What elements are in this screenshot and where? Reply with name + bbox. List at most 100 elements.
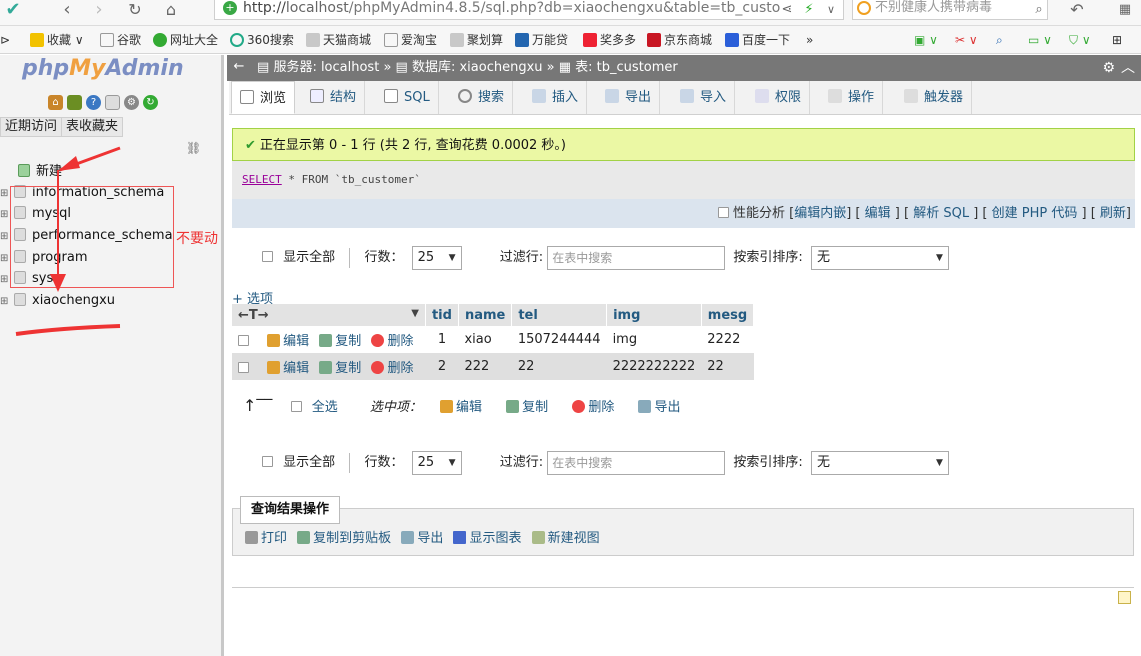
row-delete[interactable]: 删除 [371, 361, 413, 376]
cell[interactable]: img [606, 326, 702, 353]
tab-operations[interactable]: 操作 [820, 81, 884, 114]
bulk-copy[interactable]: 复制 [506, 400, 548, 415]
settings-icon[interactable]: ⚙ [1102, 55, 1115, 81]
row-edit[interactable]: 编辑 [267, 334, 309, 349]
cell[interactable]: 22 [701, 353, 754, 380]
row-checkbox[interactable] [238, 362, 249, 373]
reload-nav-icon[interactable]: ↻ [143, 95, 158, 110]
cell[interactable]: 222 [458, 353, 512, 380]
bookmark-toggle-icon[interactable]: ⊳ [0, 31, 10, 49]
bulk-export[interactable]: 导出 [638, 400, 680, 415]
tab-import[interactable]: 导入 [672, 81, 736, 114]
show-all-checkbox[interactable] [262, 456, 273, 467]
rows-select[interactable]: 25 [411, 245, 462, 270]
breadcrumb-table[interactable]: 表: tb_customer [575, 60, 678, 75]
phpmyadmin-logo[interactable]: phpMyAdmin [22, 56, 212, 86]
tab-export[interactable]: 导出 [597, 81, 661, 114]
tab-triggers[interactable]: 触发器 [896, 81, 973, 114]
extension-shield-icon[interactable]: ⛉ ∨ [1069, 31, 1091, 49]
home-icon[interactable]: ⌂ [48, 95, 63, 110]
row-edit[interactable]: 编辑 [267, 361, 309, 376]
bookmark-wannengdai[interactable]: 万能贷 [515, 31, 568, 49]
print-link[interactable]: 打印 [245, 531, 287, 546]
sql-keyword[interactable]: SELECT [242, 173, 282, 186]
bulk-delete[interactable]: 删除 [572, 400, 614, 415]
cell[interactable]: 2222 [701, 326, 754, 353]
edit-link[interactable]: 编辑 [865, 206, 891, 221]
create-view-link[interactable]: 新建视图 [531, 531, 600, 546]
cell[interactable]: 2222222222 [606, 353, 702, 380]
bookmark-aitaobao[interactable]: 爱淘宝 [384, 31, 437, 49]
back-icon[interactable]: ‹ [56, 0, 78, 22]
dropdown-icon[interactable]: ∨ [820, 0, 842, 22]
menu-icon[interactable]: ▦ [1114, 0, 1136, 22]
bookmark-360[interactable]: 360搜索 [230, 31, 294, 49]
cell[interactable]: 2 [425, 353, 459, 380]
bookmark-jiangduoduo[interactable]: 奖多多 [583, 31, 636, 49]
breadcrumb-database[interactable]: 数据库: xiaochengxu [412, 60, 543, 75]
extension-scissors-icon[interactable]: ✂ ∨ [955, 31, 978, 49]
extension-search-icon[interactable]: ⌕ [996, 31, 1003, 49]
extension-translate-icon[interactable]: ▣ ∨ [914, 31, 938, 49]
create-php-code-link[interactable]: 创建 PHP 代码 [992, 206, 1078, 221]
bookmark-juhuasuan[interactable]: 聚划算 [450, 31, 503, 49]
search-box[interactable]: 不别健康人携带病毒 [852, 0, 1048, 20]
address-bar[interactable]: + http://localhost/phpMyAdmin4.8.5/sql.p… [214, 0, 844, 20]
tab-structure[interactable]: 结构 [302, 81, 366, 114]
search-icon[interactable]: ⌕ [1028, 0, 1050, 22]
logout-icon[interactable] [67, 95, 82, 110]
breadcrumb-server[interactable]: 服务器: localhost [273, 60, 379, 75]
row-checkbox[interactable] [238, 335, 249, 346]
select-all-checkbox[interactable] [290, 401, 302, 412]
copy-clipboard-link[interactable]: 复制到剪贴板 [297, 531, 391, 546]
cell[interactable]: 22 [511, 353, 607, 380]
column-arrows[interactable]: ←T→ ▼ [232, 304, 426, 326]
explain-sql-link[interactable]: 解析 SQL [913, 206, 969, 221]
row-copy[interactable]: 复制 [319, 334, 361, 349]
edit-inline-link[interactable]: 编辑内嵌 [794, 206, 846, 221]
help-icon[interactable]: ? [86, 95, 101, 110]
collapse-nav-icon[interactable]: ← [231, 60, 247, 76]
console-icon[interactable] [1118, 591, 1131, 604]
cell[interactable]: 1 [425, 326, 459, 353]
extension-grid-icon[interactable]: ⊞ [1112, 31, 1122, 49]
filter-input[interactable]: 在表中搜索 [547, 245, 726, 270]
bulk-edit[interactable]: 编辑 [440, 400, 482, 415]
column-header[interactable]: tid [425, 304, 459, 326]
display-chart-link[interactable]: 显示图表 [453, 531, 521, 546]
tab-privileges[interactable]: 权限 [747, 81, 811, 114]
bookmark-tmall[interactable]: 天猫商城 [306, 31, 371, 49]
docs-icon[interactable] [105, 95, 120, 110]
tab-sql[interactable]: SQL [376, 81, 439, 114]
settings-icon[interactable]: ⚙ [124, 95, 139, 110]
export-link[interactable]: 导出 [401, 531, 443, 546]
refresh-link[interactable]: 刷新 [1100, 206, 1126, 221]
column-header[interactable]: img [606, 304, 702, 326]
rows-select[interactable]: 25 [411, 450, 462, 475]
favorites-tab[interactable]: 表收藏夹 [61, 117, 124, 137]
profiling-checkbox[interactable] [717, 207, 729, 218]
tab-browse[interactable]: 浏览 [231, 81, 296, 114]
undo-icon[interactable]: ↶ [1066, 0, 1088, 22]
select-all-label[interactable]: 全选 [312, 400, 338, 415]
bookmark-site-nav[interactable]: 网址大全 [153, 31, 218, 49]
tab-insert[interactable]: 插入 [524, 81, 588, 114]
bookmark-favorites[interactable]: 收藏 ∨ [30, 31, 84, 49]
share-icon[interactable]: ⋖ [776, 0, 798, 22]
sort-select[interactable]: 无 [810, 450, 949, 475]
collapse-icon[interactable]: ︿ [1121, 55, 1135, 81]
tab-search[interactable]: 搜索 [450, 81, 514, 114]
lightning-icon[interactable]: ⚡ [798, 0, 820, 22]
recent-tab[interactable]: 近期访问 [0, 117, 63, 137]
home-icon[interactable]: ⌂ [160, 0, 182, 22]
extension-chat-icon[interactable]: ▭ ∨ [1028, 31, 1052, 49]
bookmark-jd[interactable]: 京东商城 [647, 31, 712, 49]
cell[interactable]: xiao [458, 326, 512, 353]
cell[interactable]: 1507244444 [511, 326, 607, 353]
row-copy[interactable]: 复制 [319, 361, 361, 376]
forward-icon[interactable]: › [88, 0, 110, 22]
bookmark-google[interactable]: 谷歌 [100, 31, 141, 49]
bookmark-more[interactable]: » [806, 31, 813, 49]
column-header[interactable]: tel [511, 304, 608, 326]
row-delete[interactable]: 删除 [371, 334, 413, 349]
